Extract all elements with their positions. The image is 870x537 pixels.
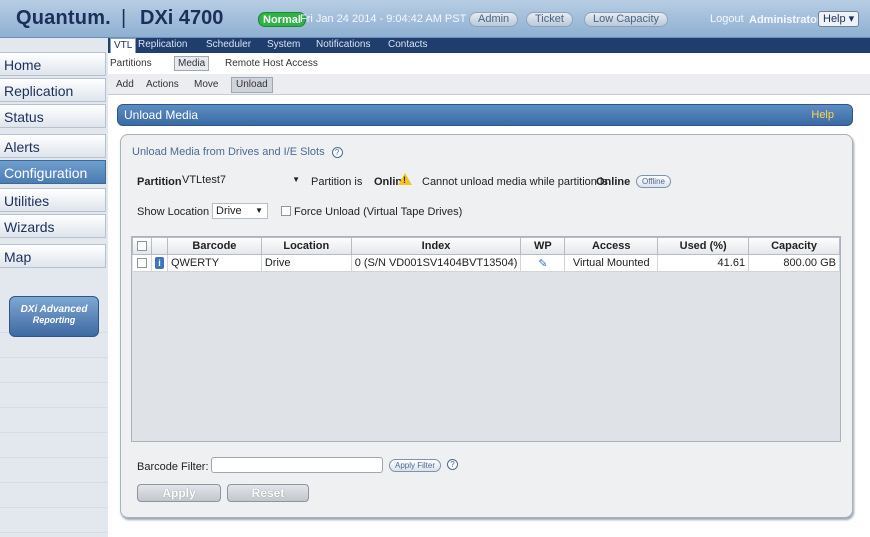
table-row[interactable]: i QWERTY Drive 0 (S/N VD001SV1404BVT1350… <box>132 254 840 272</box>
system-status-badge[interactable]: Normal <box>258 12 306 27</box>
apply-button[interactable]: Apply <box>137 484 221 502</box>
force-unload-label: Force Unload (Virtual Tape Drives) <box>294 206 463 218</box>
sidebar: Home Replication Status Alerts Configura… <box>0 38 108 537</box>
help-menu-button[interactable]: Help ▾ <box>818 11 860 27</box>
offline-button[interactable]: Offline <box>636 175 671 188</box>
header-info <box>150 237 168 255</box>
badge-subtitle: Reporting <box>32 315 76 325</box>
row-select-cell[interactable] <box>132 254 152 272</box>
chevron-down-icon: ▼ <box>255 206 263 215</box>
action-tabs: Add Actions Move Unload <box>108 74 870 95</box>
partition-label: Partition <box>137 176 182 188</box>
secondary-tabs: Partitions Media Remote Host Access <box>108 55 870 72</box>
select-all-cell[interactable] <box>132 237 152 255</box>
apply-filter-button[interactable]: Apply Filter <box>389 459 442 472</box>
tab-add[interactable]: Add <box>116 79 134 90</box>
page-help-link[interactable]: Help <box>811 109 834 121</box>
warning-text: Cannot unload media while partition is <box>422 176 608 188</box>
tab-system[interactable]: System <box>267 39 300 50</box>
sidebar-item-status[interactable]: Status <box>0 104 106 128</box>
ticket-button[interactable]: Ticket <box>526 12 573 27</box>
row-info-cell[interactable]: i <box>151 254 168 272</box>
barcode-filter-label: Barcode Filter: <box>137 461 209 473</box>
tab-replication[interactable]: Replication <box>138 39 187 50</box>
section-title-text: Unload Media from Drives and I/E Slots <box>132 146 325 158</box>
cell-used: 41.61 <box>657 254 750 272</box>
sidebar-item-wizards[interactable]: Wizards <box>0 214 106 238</box>
partition-select-value: VTLtest7 <box>182 174 227 186</box>
badge-title: DXi Advanced <box>20 304 88 315</box>
tab-contacts[interactable]: Contacts <box>388 39 427 50</box>
app-header: Quantum. | DXi 4700 Normal Fri Jan 24 20… <box>0 0 870 38</box>
header-wp[interactable]: WP <box>520 237 566 255</box>
header-index[interactable]: Index <box>350 237 522 255</box>
warning-state: Online <box>596 176 631 188</box>
reset-button[interactable]: Reset <box>227 484 309 502</box>
barcode-filter-input[interactable] <box>211 457 383 473</box>
sidebar-item-utilities[interactable]: Utilities <box>0 188 106 212</box>
cell-access: Virtual Mounted <box>564 254 659 272</box>
cell-barcode: QWERTY <box>167 254 262 272</box>
tab-move[interactable]: Move <box>194 79 218 90</box>
tab-scheduler[interactable]: Scheduler <box>206 39 251 50</box>
header-separator: | <box>121 7 127 29</box>
help-icon[interactable]: ? <box>331 146 343 158</box>
tab-remote-host-access[interactable]: Remote Host Access <box>225 58 318 69</box>
cell-location: Drive <box>261 254 352 272</box>
chevron-down-icon: ▼ <box>292 175 300 184</box>
header-capacity[interactable]: Capacity <box>748 237 840 255</box>
table-header: Barcode Location Index WP Access Used (%… <box>132 237 840 255</box>
low-capacity-button[interactable]: Low Capacity <box>584 12 669 27</box>
show-location-label: Show Location <box>137 206 210 218</box>
sidebar-item-alerts[interactable]: Alerts <box>0 134 106 158</box>
quantum-logo: Quantum. <box>16 7 111 29</box>
system-datetime: Fri Jan 24 2014 - 9:04:42 AM PST <box>300 13 467 25</box>
sidebar-item-replication[interactable]: Replication <box>0 78 106 102</box>
tab-notifications[interactable]: Notifications <box>316 39 370 50</box>
sidebar-item-home[interactable]: Home <box>0 52 106 76</box>
product-name: DXi 4700 <box>140 7 224 29</box>
header-location[interactable]: Location <box>260 237 352 255</box>
section-title: Unload Media from Drives and I/E Slots ? <box>132 146 343 158</box>
current-user: Administrator <box>749 14 822 26</box>
tab-partitions[interactable]: Partitions <box>110 58 152 69</box>
show-location-select[interactable]: Drive ▼ <box>212 203 268 219</box>
select-all-checkbox[interactable] <box>136 240 147 251</box>
page-title-bar: Unload Media Help <box>117 104 853 126</box>
partition-status-prefix: Partition is <box>311 176 363 188</box>
admin-button[interactable]: Admin <box>469 12 519 27</box>
pencil-icon: ✎ <box>538 257 548 270</box>
media-table: Barcode Location Index WP Access Used (%… <box>131 236 841 442</box>
warning-icon: ! <box>398 173 412 185</box>
tab-media[interactable]: Media <box>174 56 210 71</box>
info-icon[interactable]: i <box>154 257 164 269</box>
help-icon[interactable]: ? <box>447 459 458 470</box>
sidebar-item-configuration[interactable]: Configuration <box>0 160 106 184</box>
partition-select[interactable]: VTLtest7 ▼ <box>179 173 304 189</box>
cell-wp: ✎ <box>520 254 566 272</box>
unload-media-panel: Unload Media from Drives and I/E Slots ?… <box>120 134 853 518</box>
header-barcode[interactable]: Barcode <box>166 237 262 255</box>
primary-tabs: VTL Replication Scheduler System Notific… <box>108 38 870 53</box>
header-access[interactable]: Access <box>564 237 659 255</box>
show-location-value: Drive <box>216 205 242 217</box>
cell-index: 0 (S/N VD001SV1404BVT13504) <box>351 254 522 272</box>
cell-capacity: 800.00 GB <box>748 254 840 272</box>
header-used[interactable]: Used (%) <box>657 237 750 255</box>
page-title: Unload Media <box>124 108 199 122</box>
logout-link[interactable]: Logout <box>710 13 744 25</box>
row-checkbox[interactable] <box>136 257 147 268</box>
force-unload-checkbox[interactable] <box>281 206 291 216</box>
tab-vtl[interactable]: VTL <box>110 38 137 53</box>
sidebar-item-map[interactable]: Map <box>0 244 106 268</box>
dxi-advanced-reporting-link[interactable]: DXi Advanced Reporting <box>9 296 99 337</box>
tab-unload[interactable]: Unload <box>231 77 273 93</box>
tab-actions[interactable]: Actions <box>146 79 179 90</box>
